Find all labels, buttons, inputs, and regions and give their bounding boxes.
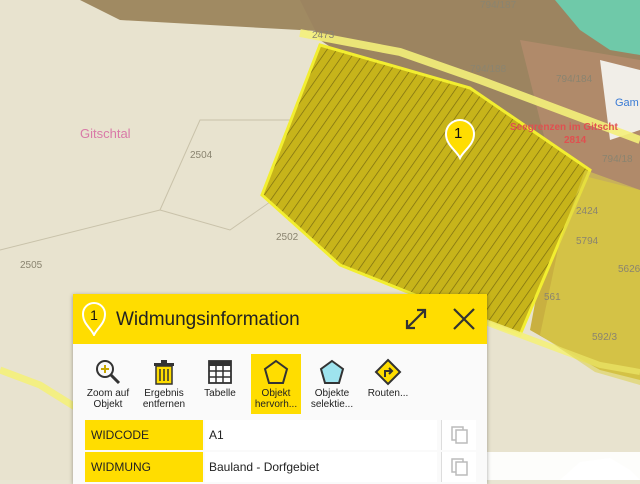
- zoom-to-object-button[interactable]: Zoom auf Objekt: [83, 354, 133, 414]
- map-red-label: Seegrenzen im Gitscht: [510, 122, 618, 133]
- copy-button[interactable]: [441, 420, 476, 450]
- map-red-label: 2814: [564, 135, 587, 146]
- close-icon: [453, 308, 475, 330]
- tool-label: Routen...: [367, 388, 409, 399]
- parcel-label: 592/3: [592, 332, 618, 343]
- table-button[interactable]: Tabelle: [195, 354, 245, 414]
- highlight-object-button[interactable]: Objekt hervorh...: [251, 354, 301, 414]
- attribute-key: WIDCODE: [85, 420, 203, 450]
- close-button[interactable]: [451, 306, 477, 332]
- parcel-label: 2504: [190, 150, 213, 161]
- copy-button[interactable]: [441, 452, 476, 482]
- parcel-label: 794/188: [470, 64, 507, 75]
- tool-label: Tabelle: [204, 388, 236, 399]
- tool-label: Ergebnis entfernen: [142, 388, 186, 410]
- parcel-label: 5794: [576, 236, 599, 247]
- copy-icon: [451, 458, 468, 476]
- result-marker-icon: 1: [81, 302, 107, 338]
- parcel-label: 2502: [276, 232, 299, 243]
- zoom-in-icon: [96, 360, 121, 385]
- tool-label: Objekt hervorh...: [254, 388, 298, 410]
- map-poi-label: Gam: [615, 97, 639, 109]
- expand-icon: [405, 308, 427, 330]
- attribute-value: Bauland - Dorfgebiet: [205, 452, 437, 482]
- tool-label: Objekte selektie...: [310, 388, 354, 410]
- tool-label: Zoom auf Objekt: [86, 388, 130, 410]
- parcel-label: 5626: [618, 264, 640, 275]
- pentagon-highlight-icon: [263, 359, 289, 384]
- parcel-label: 794/18: [602, 154, 633, 165]
- expand-button[interactable]: [403, 306, 429, 332]
- panel-header: 1 Widmungsinformation: [73, 294, 487, 344]
- select-objects-button[interactable]: Objekte selektie...: [307, 354, 357, 414]
- attribute-table: WIDCODE A1 WIDMUNG Bauland - Dorfgebiet: [85, 420, 476, 484]
- attribute-key: WIDMUNG: [85, 452, 203, 482]
- parcel-label: 794/187: [480, 0, 517, 11]
- panel-toolbar: Zoom auf Objekt Ergebnis entfernen Tabel…: [83, 354, 483, 416]
- road-label: 2473: [312, 30, 335, 41]
- trash-icon: [154, 360, 174, 385]
- table-icon: [208, 360, 232, 384]
- widmung-info-panel: 1 Widmungsinformation Zoom auf Objekt Er…: [73, 294, 487, 484]
- parcel-label: 2424: [576, 206, 599, 217]
- remove-result-button[interactable]: Ergebnis entfernen: [139, 354, 189, 414]
- route-icon: [374, 358, 402, 386]
- parcel-label: 561: [544, 292, 561, 303]
- copy-icon: [451, 426, 468, 444]
- place-label: Gitschtal: [80, 126, 131, 141]
- result-marker-number: 1: [90, 307, 98, 323]
- table-row: WIDCODE A1: [85, 420, 476, 450]
- attribute-value: A1: [205, 420, 437, 450]
- parcel-label: 794/184: [556, 74, 593, 85]
- pentagon-select-icon: [319, 359, 345, 384]
- table-row: WIDMUNG Bauland - Dorfgebiet: [85, 452, 476, 482]
- parcel-label: 2505: [20, 260, 43, 271]
- map-marker-number: 1: [454, 125, 463, 142]
- panel-title: Widmungsinformation: [116, 309, 300, 330]
- route-button[interactable]: Routen...: [363, 354, 413, 414]
